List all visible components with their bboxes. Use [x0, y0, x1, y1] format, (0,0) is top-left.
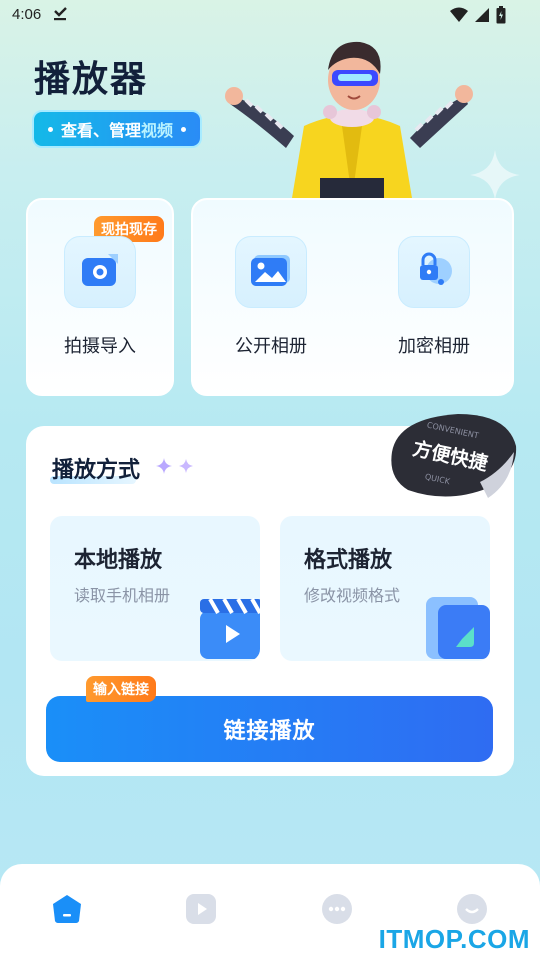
encrypted-album-label: 加密相册 — [398, 336, 470, 357]
status-time: 4:06 — [12, 6, 42, 23]
format-play-title: 格式播放 — [304, 548, 393, 573]
import-icon-tile — [64, 236, 136, 308]
nav-play[interactable] — [184, 894, 218, 928]
battery-icon — [496, 6, 506, 28]
wifi-icon — [450, 7, 468, 27]
local-play-title: 本地播放 — [74, 548, 163, 573]
play-section: 播放方式 方便快捷 CONVENIENT QUICK 本地播放 读取手机相册 格… — [26, 414, 517, 776]
link-play-button[interactable]: 链接播放 — [46, 696, 493, 762]
nav-profile[interactable] — [455, 894, 489, 928]
convenient-sticker: 方便快捷 CONVENIENT QUICK — [388, 412, 520, 508]
play-icon — [185, 893, 217, 929]
link-badge: 输入链接 — [86, 676, 156, 702]
format-play-desc: 修改视频格式 — [304, 586, 401, 605]
video-clapper-icon — [196, 593, 260, 661]
format-play-card[interactable]: 格式播放 修改视频格式 — [280, 516, 490, 661]
signal-icon — [474, 7, 490, 27]
photo-album-icon — [250, 253, 292, 291]
sparkle-decoration — [470, 150, 520, 204]
pill-dot — [47, 126, 53, 132]
bottom-nav: ITMOP.COM — [0, 864, 540, 960]
download-check-icon — [52, 6, 68, 26]
more-icon — [321, 893, 353, 929]
public-album-icon-tile — [235, 236, 307, 308]
lock-album-icon — [415, 251, 453, 293]
subtitle-text: 查看、管理视频 — [61, 117, 173, 141]
encrypted-album-icon-tile — [398, 236, 470, 308]
import-card[interactable]: 现拍现存 拍摄导入 — [26, 198, 174, 396]
local-play-desc: 读取手机相册 — [74, 586, 171, 605]
public-album-item[interactable]: 公开相册 — [193, 200, 353, 394]
format-file-icon — [422, 593, 490, 661]
nav-home[interactable] — [50, 894, 84, 928]
subtitle-text-highlight: 视频 — [141, 121, 174, 140]
subtitle-pill: 查看、管理视频 — [32, 110, 202, 148]
public-album-label: 公开相册 — [235, 336, 307, 357]
watermark: ITMOP.COM — [378, 924, 530, 954]
app-title: 播放器 — [34, 59, 149, 100]
section-title: 播放方式 — [52, 458, 141, 483]
camera-import-icon — [80, 252, 120, 292]
mascot-illustration — [224, 38, 474, 198]
encrypted-album-item[interactable]: 加密相册 — [356, 200, 514, 394]
status-bar: 4:06 — [0, 0, 540, 32]
sparkle-stars-icon — [154, 456, 198, 480]
albums-card: 公开相册 加密相册 — [191, 198, 514, 396]
pill-dot — [181, 126, 187, 132]
import-label: 拍摄导入 — [64, 336, 136, 357]
subtitle-text-main: 查看、管理 — [60, 121, 141, 140]
local-play-card[interactable]: 本地播放 读取手机相册 — [50, 516, 260, 661]
nav-more[interactable] — [320, 894, 354, 928]
home-icon — [51, 893, 83, 929]
